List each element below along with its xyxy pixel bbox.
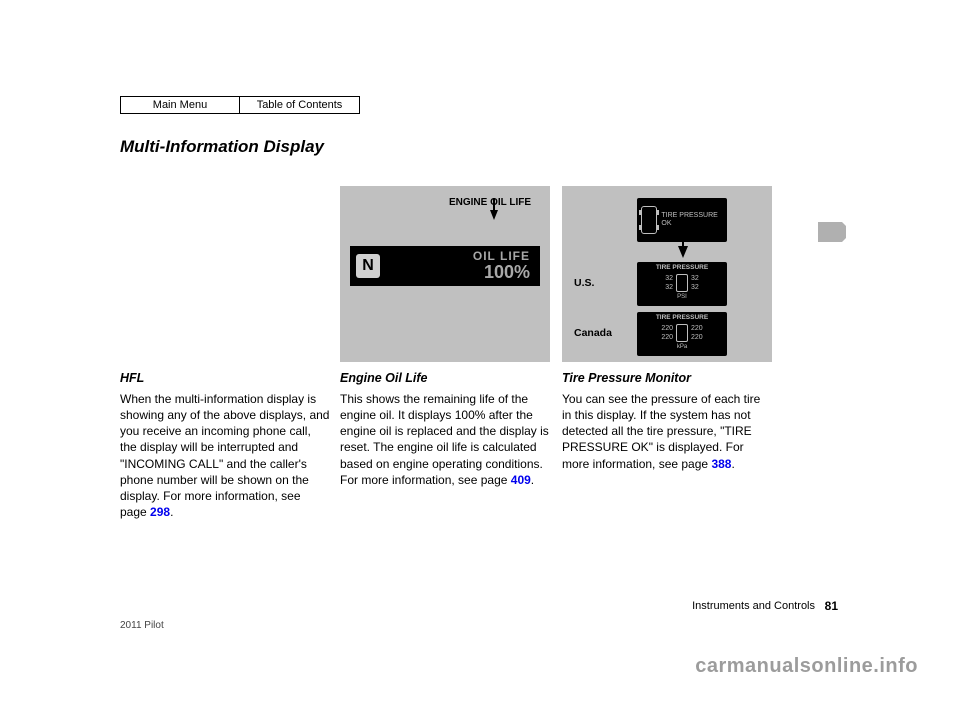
engine-oil-suffix: . [531,473,534,487]
engine-oil-paragraph: This shows the remaining life of the eng… [340,391,550,488]
tire-psi-heading: TIRE PRESSURE [637,262,727,273]
tire-kpa-panel: TIRE PRESSURE 220 220 220 220 kPa [637,312,727,356]
hfl-paragraph: When the multi-information display is sh… [120,391,330,521]
kpa-fr: 220 [691,324,703,333]
footer-date: 2011 Pilot [120,619,164,633]
main-menu-button[interactable]: Main Menu [120,96,240,114]
region-ca-label: Canada [574,326,629,340]
car-icon [676,274,688,292]
tire-ok-text: TIRE PRESSURE OK [661,212,723,227]
footer-section: Instruments and Controls [692,599,815,614]
toc-button[interactable]: Table of Contents [240,96,360,114]
hfl-heading: HFL [120,370,330,387]
region-us-label: U.S. [574,276,629,290]
kpa-rl: 220 [661,333,673,342]
kpa-fl: 220 [661,324,673,333]
psi-unit: PSI [637,293,727,301]
engine-oil-page-link[interactable]: 409 [511,473,531,487]
engine-oil-figure: ENGINE OIL LIFE N OIL LIFE 100% [340,186,550,362]
watermark: carmanualsonline.info [695,653,918,680]
hfl-suffix: . [170,505,173,519]
kpa-rr: 220 [691,333,703,342]
engine-oil-figure-label: ENGINE OIL LIFE [435,196,545,210]
car-icon [641,206,657,234]
tire-kpa-heading: TIRE PRESSURE [637,312,727,323]
car-icon [676,324,688,342]
page-title: Multi-Information Display [120,136,324,159]
hfl-page-link[interactable]: 298 [150,505,170,519]
psi-rr: 32 [691,283,699,292]
column-hfl: HFL When the multi-information display i… [120,186,330,528]
kpa-unit: kPa [637,343,727,351]
engine-oil-heading: Engine Oil Life [340,370,550,387]
psi-rl: 32 [665,283,673,292]
lcd-bar: N OIL LIFE 100% [350,246,540,286]
tire-page-link[interactable]: 388 [711,457,731,471]
footer-page-number: 81 [825,598,838,614]
tire-suffix: . [731,457,734,471]
tire-paragraph: You can see the pressure of each tire in… [562,391,772,472]
tire-ok-panel: TIRE PRESSURE OK [637,198,727,242]
arrow-down-icon [678,246,688,258]
column-tire: TIRE PRESSURE OK U.S. TIRE PRESSURE 32 3… [562,186,772,480]
tire-pressure-figure: TIRE PRESSURE OK U.S. TIRE PRESSURE 32 3… [562,186,772,362]
hfl-text: When the multi-information display is sh… [120,392,329,519]
gear-indicator: N [356,254,380,278]
psi-fr: 32 [691,274,699,283]
psi-fl: 32 [665,274,673,283]
arrow-down-icon [490,210,498,220]
side-tab [818,222,842,242]
oil-life-value: 100% [484,260,530,284]
column-oil: ENGINE OIL LIFE N OIL LIFE 100% Engine O… [340,186,550,496]
tire-psi-panel: TIRE PRESSURE 32 32 32 32 PSI [637,262,727,306]
tire-heading: Tire Pressure Monitor [562,370,772,387]
